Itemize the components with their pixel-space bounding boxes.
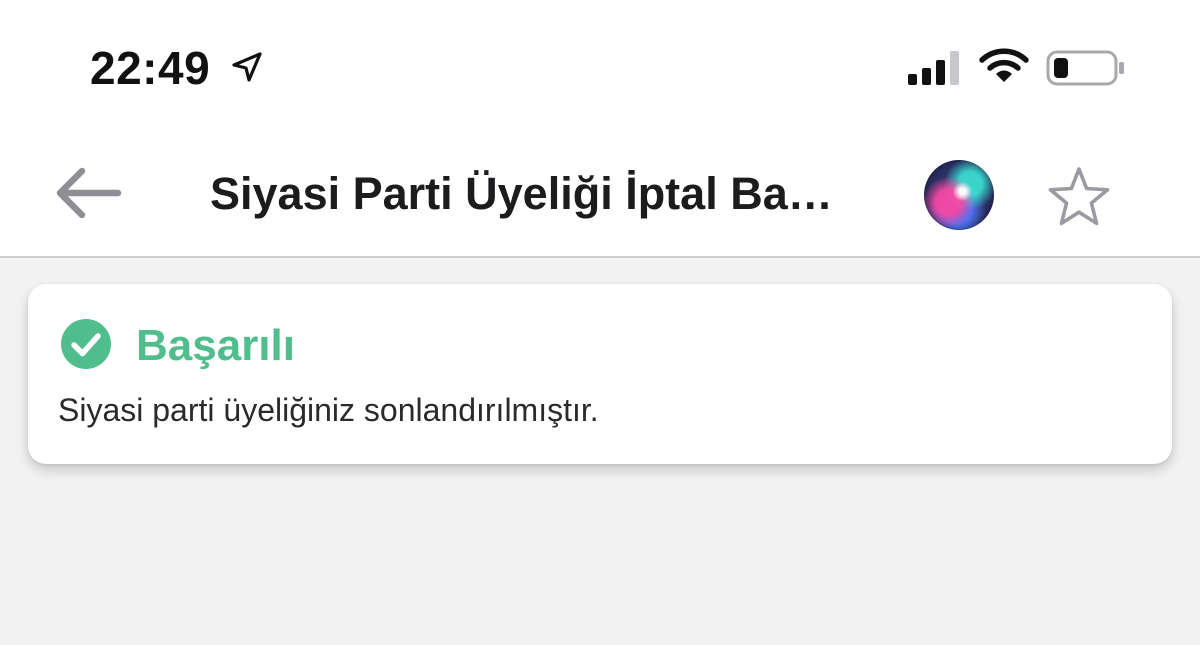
back-button[interactable] — [50, 160, 126, 226]
status-time: 22:49 — [90, 42, 211, 94]
success-alert-card: Başarılı Siyasi parti üyeliğiniz sonland… — [28, 284, 1172, 464]
location-arrow-icon — [232, 52, 262, 82]
wifi-icon — [979, 48, 1029, 82]
alert-title: Başarılı — [136, 321, 295, 370]
app-header: 22:49 Siyasi Parti Üyeliği İptal Ba… — [0, 0, 1200, 258]
alert-message: Siyasi parti üyeliğiniz sonlandırılmıştı… — [58, 392, 599, 428]
battery-icon — [1046, 50, 1124, 86]
page-title: Siyasi Parti Üyeliği İptal Ba… — [210, 168, 833, 219]
favorite-star-button[interactable] — [1046, 164, 1112, 230]
cellular-signal-icon — [908, 51, 959, 85]
check-circle-icon — [61, 319, 111, 369]
siri-icon[interactable] — [924, 160, 994, 230]
